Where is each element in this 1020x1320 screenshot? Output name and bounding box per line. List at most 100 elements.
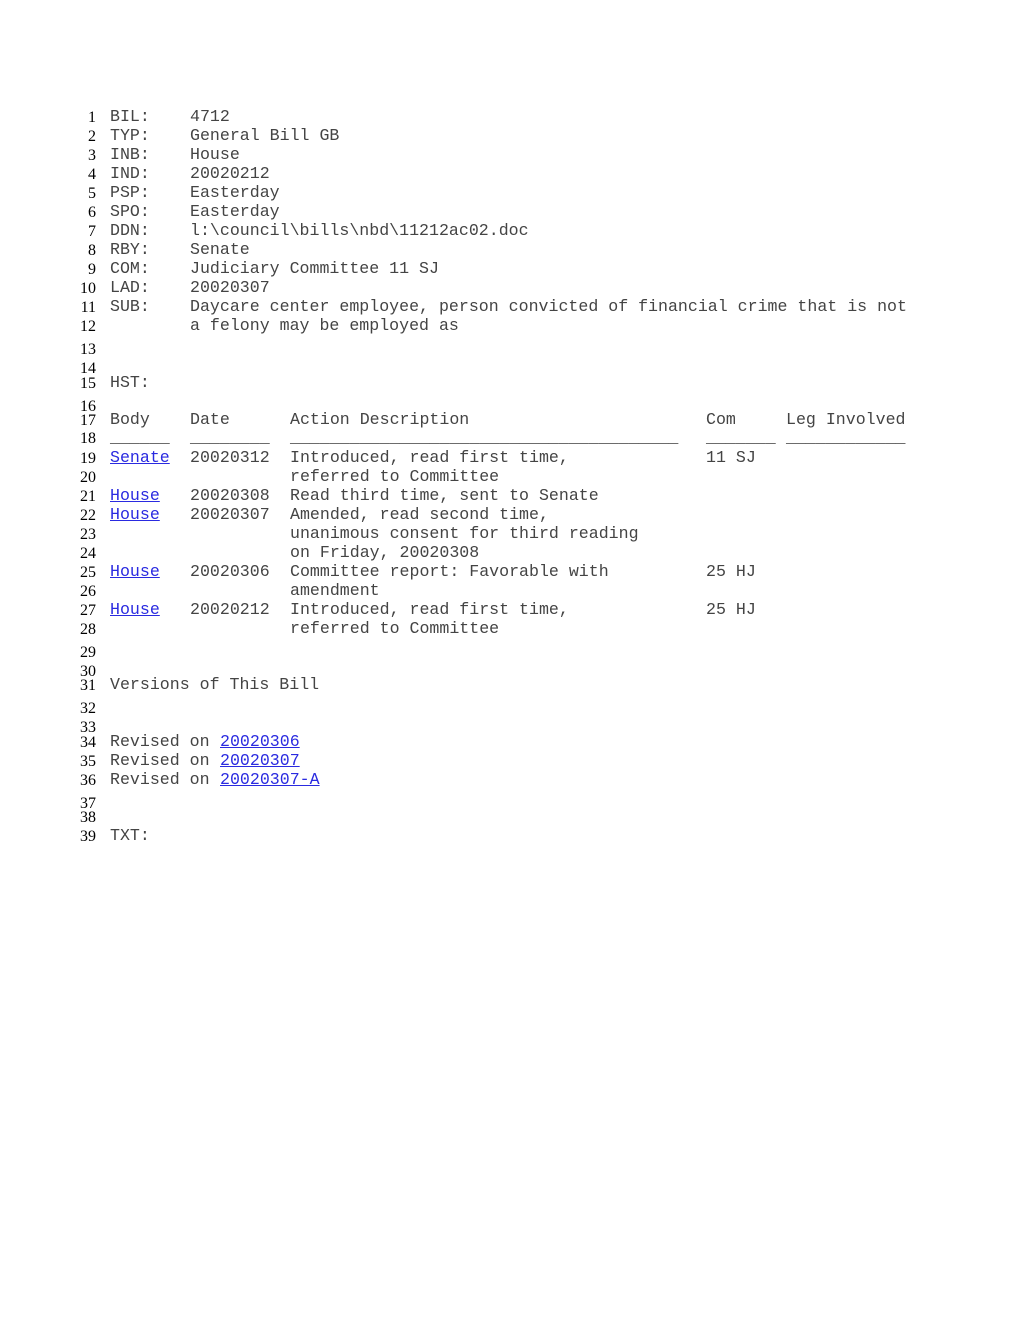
line-number: 25 [80, 564, 96, 581]
action-description: Read third time, sent to Senate [290, 486, 599, 505]
line-number: 13 [80, 341, 96, 358]
line-number: 5 [88, 185, 96, 202]
history-label: HST: [110, 373, 150, 392]
action-description: referred to Committee [290, 467, 500, 486]
action-description: amendment [290, 581, 380, 600]
line-number: 19 [80, 450, 96, 467]
field-value: Easterday [190, 202, 280, 221]
action-date: 20020312 [190, 448, 270, 467]
field-value: 20020307 [190, 278, 270, 297]
line-number: 29 [80, 644, 96, 661]
rule-date: ________ [190, 428, 270, 447]
line-number: 15 [80, 375, 96, 392]
committee-code: 25 HJ [706, 600, 756, 619]
line-number: 24 [80, 545, 96, 562]
line-number: 9 [88, 261, 96, 278]
field-key: SUB: [110, 297, 150, 316]
version-prefix: Revised on [110, 751, 210, 770]
action-description: unanimous consent for third reading [290, 524, 639, 543]
line-number: 28 [80, 621, 96, 638]
action-description: Amended, read second time, [290, 505, 549, 524]
body-link-house[interactable]: House [110, 563, 160, 581]
line-number: 18 [80, 430, 96, 447]
version-link[interactable]: 20020306 [220, 733, 300, 751]
body-link-senate[interactable]: Senate [110, 449, 170, 467]
version-prefix: Revised on [110, 732, 210, 751]
line-number: 4 [88, 166, 96, 183]
version-prefix: Revised on [110, 770, 210, 789]
field-key: COM: [110, 259, 150, 278]
action-description: on Friday, 20020308 [290, 543, 480, 562]
line-number: 26 [80, 583, 96, 600]
version-link[interactable]: 20020307 [220, 752, 300, 770]
line-number: 20 [80, 469, 96, 486]
field-key: BIL: [110, 107, 150, 126]
rule-action: _______________________________________ [290, 428, 679, 447]
line-number: 27 [80, 602, 96, 619]
action-description: Introduced, read first time, [290, 600, 569, 619]
versions-title: Versions of This Bill [110, 675, 320, 694]
line-number: 1 [88, 109, 96, 126]
line-number: 10 [80, 280, 96, 297]
line-number: 21 [80, 488, 96, 505]
line-number: 11 [80, 299, 96, 316]
line-number: 12 [80, 318, 96, 335]
field-value: l:\council\bills\nbd\11212ac02.doc [190, 221, 529, 240]
action-description: Introduced, read first time, [290, 448, 569, 467]
action-date: 20020212 [190, 600, 270, 619]
field-key: IND: [110, 164, 150, 183]
field-value: Daycare center employee, person convicte… [190, 297, 907, 316]
field-value: Judiciary Committee 11 SJ [190, 259, 439, 278]
rule-leg: ____________ [786, 428, 906, 447]
field-value: General Bill GB [190, 126, 340, 145]
line-number: 22 [80, 507, 96, 524]
body-link-house[interactable]: House [110, 601, 160, 619]
field-key: PSP: [110, 183, 150, 202]
field-key: SPO: [110, 202, 150, 221]
body-link-house[interactable]: House [110, 506, 160, 524]
action-date: 20020306 [190, 562, 270, 581]
bill-document: 1 2 3 4 5 6 7 8 9 10 11 12 13 14 15 16 17 18 19 20 21 22 23 24 2… [0, 0, 1020, 1320]
line-number: 7 [88, 223, 96, 240]
field-value: 4712 [190, 107, 230, 126]
field-key: DDN: [110, 221, 150, 240]
column-header-date: Date [190, 410, 230, 429]
column-header-body: Body [110, 410, 150, 429]
line-number: 8 [88, 242, 96, 259]
column-header-com: Com [706, 410, 736, 429]
line-number: 34 [80, 734, 96, 751]
field-key: LAD: [110, 278, 150, 297]
field-key: RBY: [110, 240, 150, 259]
text-label: TXT: [110, 826, 150, 845]
version-link[interactable]: 20020307-A [220, 771, 320, 789]
line-number: 17 [80, 412, 96, 429]
action-description: referred to Committee [290, 619, 500, 638]
line-number: 2 [88, 128, 96, 145]
column-header-leg: Leg Involved [786, 410, 906, 429]
line-number: 36 [80, 772, 96, 789]
field-key: INB: [110, 145, 150, 164]
line-number: 23 [80, 526, 96, 543]
line-number: 3 [88, 147, 96, 164]
line-number: 31 [80, 677, 96, 694]
field-value: a felony may be employed as [190, 316, 459, 335]
line-number: 38 [80, 809, 96, 826]
committee-code: 25 HJ [706, 562, 756, 581]
line-number: 6 [88, 204, 96, 221]
field-value: House [190, 145, 240, 164]
rule-body: ______ [110, 428, 170, 447]
line-number: 35 [80, 753, 96, 770]
field-key: TYP: [110, 126, 150, 145]
line-number: 32 [80, 700, 96, 717]
field-value: 20020212 [190, 164, 270, 183]
line-number: 39 [80, 828, 96, 845]
rule-com: _______ [706, 428, 776, 447]
column-header-action: Action Description [290, 410, 470, 429]
action-date: 20020307 [190, 505, 270, 524]
action-date: 20020308 [190, 486, 270, 505]
action-description: Committee report: Favorable with [290, 562, 609, 581]
committee-code: 11 SJ [706, 448, 756, 467]
body-link-house[interactable]: House [110, 487, 160, 505]
field-value: Senate [190, 240, 250, 259]
field-value: Easterday [190, 183, 280, 202]
